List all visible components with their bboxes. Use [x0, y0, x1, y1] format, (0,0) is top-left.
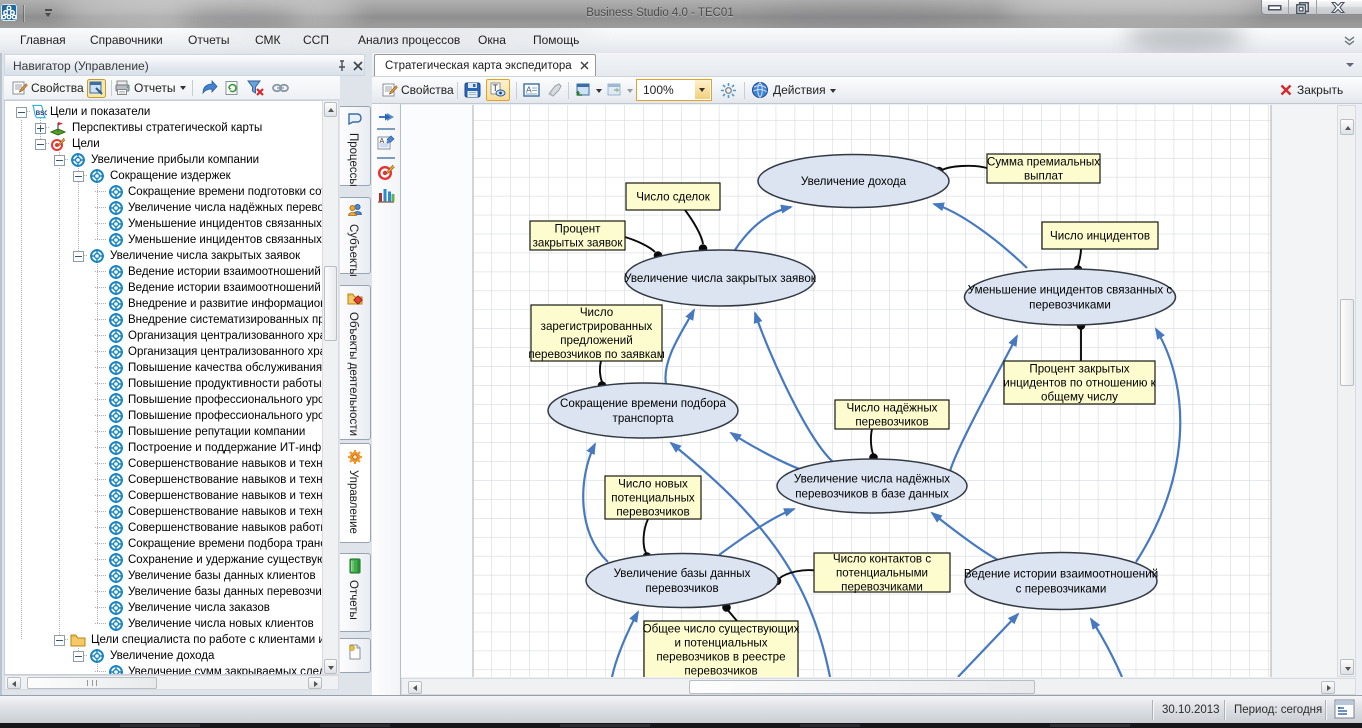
svg-text:закрытых заявок: закрытых заявок [533, 237, 624, 250]
svg-text:A: A [380, 138, 385, 145]
svg-text:Число новых: Число новых [618, 478, 688, 491]
svg-text:перевозчиков в базе данных: перевозчиков в базе данных [795, 488, 949, 501]
svg-text:транспорта: транспорта [613, 412, 675, 425]
svg-text:перевозчиков по заявкам: перевозчиков по заявкам [528, 348, 664, 361]
svg-text:перевозчиками: перевозчиками [841, 581, 923, 594]
svg-text:инцидентов по отношению к: инцидентов по отношению к [1003, 377, 1156, 390]
svg-text:Увеличение числа закрытых заяв: Увеличение числа закрытых заявок [624, 272, 817, 285]
svg-text:и потенциальных: и потенциальных [674, 637, 767, 650]
svg-text:Общее число существующих: Общее число существующих [643, 623, 800, 636]
svg-text:перевозчиков в реестре: перевозчиков в реестре [656, 651, 785, 664]
svg-text:Ведение истории взаимоотношени: Ведение истории взаимоотношений [964, 568, 1158, 581]
svg-text:Число: Число [580, 306, 613, 319]
svg-text:Увеличение базы данных: Увеличение базы данных [614, 567, 751, 580]
svg-text:Процент закрытых: Процент закрытых [1029, 363, 1129, 376]
svg-text:предложений: предложений [560, 334, 632, 347]
svg-text:Увеличение дохода: Увеличение дохода [801, 175, 907, 188]
svg-text:перевозчиков: перевозчиков [684, 665, 757, 677]
svg-text:перевозчиков: перевозчиков [645, 582, 718, 595]
svg-text:Сокращение времени подбора: Сокращение времени подбора [560, 397, 727, 410]
svg-text:Процент: Процент [555, 223, 602, 236]
svg-text:перевозчиков: перевозчиков [855, 416, 928, 429]
svg-text:Уменьшение инцидентов связанны: Уменьшение инцидентов связанных с [968, 284, 1173, 297]
svg-text:общему числу: общему числу [1041, 391, 1118, 404]
svg-text:Увеличение числа надёжных: Увеличение числа надёжных [794, 473, 950, 486]
svg-text:A: A [526, 85, 532, 95]
svg-text:с перевозчиками: с перевозчиками [1016, 583, 1107, 596]
svg-text:Число сделок: Число сделок [636, 191, 711, 204]
svg-text:перевозчиками: перевозчиками [1029, 299, 1111, 312]
svg-text:Число надёжных: Число надёжных [847, 402, 938, 415]
svg-text:Сумма премиальных: Сумма премиальных [987, 156, 1100, 169]
svg-text:потенциальными: потенциальными [836, 567, 928, 580]
svg-text:зарегистрированных: зарегистрированных [541, 320, 653, 333]
svg-text:потенциальных: потенциальных [611, 492, 695, 505]
svg-text:BSC: BSC [36, 110, 47, 117]
svg-text:Число инцидентов: Число инцидентов [1050, 230, 1150, 243]
svg-text:Число контактов с: Число контактов с [833, 553, 931, 566]
svg-text:выплат: выплат [1024, 170, 1064, 183]
svg-text:перевозчиков: перевозчиков [616, 506, 689, 519]
